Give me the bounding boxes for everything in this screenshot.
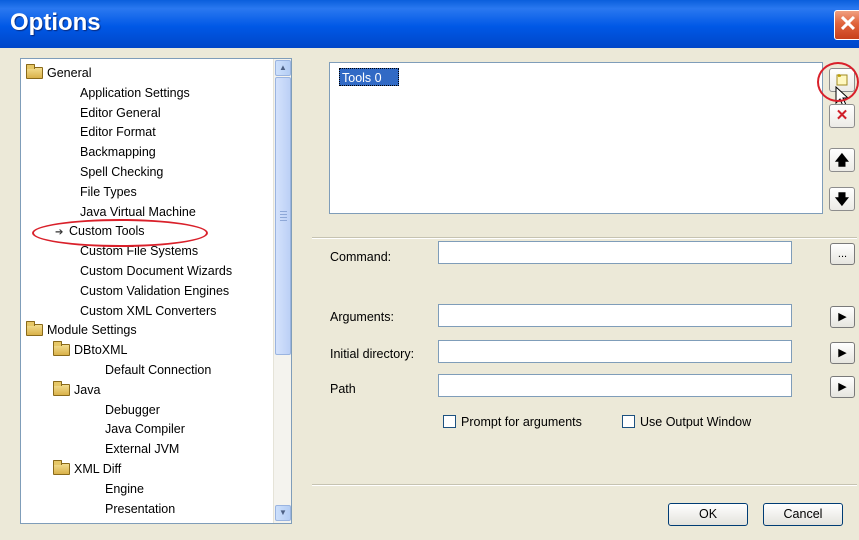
prompt-for-arguments-checkbox[interactable] (443, 415, 456, 428)
tree-item-label: Custom Document Wizards (80, 264, 233, 278)
annotation-ring-new-button (817, 62, 859, 102)
tree-item[interactable]: Presentation (105, 499, 175, 519)
initial-directory-menu-button[interactable]: ▶ (830, 342, 855, 364)
tree-item-label: Spell Checking (80, 165, 164, 179)
arrow-right-icon: ▶ (838, 347, 847, 359)
folder-icon (53, 380, 70, 396)
tree-item-label: File Types (80, 184, 137, 199)
tree-item[interactable]: XML Diff (53, 459, 121, 479)
tree-item[interactable]: DBtoXML (53, 340, 128, 360)
close-icon: ✕ (838, 11, 858, 36)
tree-item-label: Engine (105, 481, 144, 496)
tree-item[interactable]: Editor Format (80, 122, 156, 142)
cancel-button[interactable]: Cancel (763, 503, 843, 526)
tree-item-label: Module Settings (47, 323, 137, 338)
tree-item[interactable]: Custom Document Wizards (80, 261, 232, 281)
tree-scrollbar[interactable]: ▲ ▼ (273, 59, 291, 523)
delete-tool-button[interactable]: ✕ (829, 104, 855, 128)
chevron-down-icon: ▼ (279, 508, 287, 517)
folder-icon (53, 341, 70, 357)
tree-item[interactable]: General (26, 63, 91, 83)
folder-icon (53, 460, 70, 475)
annotation-ring-custom-tools (32, 219, 208, 247)
tree-item-label: External JVM (105, 442, 180, 457)
scroll-down-button[interactable]: ▼ (275, 505, 291, 521)
scroll-thumb[interactable] (275, 77, 291, 355)
arguments-menu-button[interactable]: ▶ (830, 306, 855, 328)
delete-icon: ✕ (835, 107, 849, 124)
initial-directory-label: Initial directory: (330, 347, 415, 361)
chevron-up-icon: ▲ (279, 63, 287, 72)
tree-item-label: Editor General (80, 105, 161, 120)
ok-label: OK (698, 507, 718, 521)
tools-list-item[interactable]: Tools 0 (339, 68, 399, 86)
command-field[interactable] (438, 241, 792, 264)
tree-item[interactable]: Custom Validation Engines (80, 281, 229, 301)
prompt-for-arguments-label: Prompt for arguments (461, 415, 582, 429)
tree-item[interactable]: Editor General (80, 103, 161, 123)
path-menu-button[interactable]: ▶ (830, 376, 855, 398)
tree-item[interactable]: File Types (80, 182, 137, 202)
path-label: Path (330, 382, 356, 396)
initial-directory-field[interactable] (438, 340, 792, 363)
arrow-right-icon: ▶ (838, 311, 847, 323)
tree-item[interactable]: Spell Checking (80, 162, 163, 182)
tree-item-label: General (47, 66, 92, 80)
tree-item-label: Java (74, 382, 101, 397)
path-field[interactable] (438, 374, 792, 397)
tree-item-label: Custom Validation Engines (80, 283, 230, 298)
tree-item-label: Application Settings (80, 85, 190, 100)
tree-item[interactable]: Engine (105, 479, 144, 499)
tree-item-label: XML Diff (74, 462, 122, 476)
folder-icon (26, 321, 43, 337)
tree-item[interactable]: Application Settings (80, 83, 190, 103)
divider (312, 484, 857, 486)
window-title: Options (10, 9, 101, 36)
tree-item[interactable]: Debugger (105, 400, 160, 420)
tree-item-label: Presentation (105, 501, 176, 516)
tree-item[interactable]: Default Connection (105, 360, 211, 380)
browse-label: ... (837, 248, 848, 260)
tree-item-label: Editor Format (80, 125, 156, 140)
scroll-up-button[interactable]: ▲ (275, 60, 291, 76)
use-output-window-label: Use Output Window (640, 415, 752, 429)
tree-item[interactable]: External JVM (105, 439, 179, 459)
tree-item[interactable]: Module Settings (26, 320, 137, 340)
tree-item-label: Backmapping (80, 145, 156, 160)
tree-item[interactable]: Java Compiler (105, 419, 185, 439)
options-tree[interactable]: General Application Settings Editor Genera… (20, 58, 292, 524)
browse-button[interactable]: ... (830, 243, 855, 265)
divider (312, 237, 857, 239)
arrow-up-icon: 🡅 (834, 152, 850, 168)
tree-item[interactable]: Custom XML Converters (80, 301, 216, 321)
tree-item[interactable]: Backmapping (80, 142, 156, 162)
use-output-window-checkbox[interactable] (622, 415, 635, 428)
arguments-field[interactable] (438, 304, 792, 327)
move-up-button[interactable]: 🡅 (829, 148, 855, 172)
tree-item-label: Java Virtual Machine (80, 204, 196, 219)
tree-item-label: Debugger (105, 402, 160, 417)
ok-button[interactable]: OK (668, 503, 748, 526)
tree-item-label: DBtoXML (74, 343, 128, 358)
folder-icon (26, 64, 43, 79)
close-button[interactable]: ✕ (834, 10, 859, 40)
command-label: Command: (330, 250, 392, 264)
title-bar: Options ✕ (0, 0, 859, 48)
tree-item[interactable]: Java (53, 380, 100, 400)
tree-item-label: Default Connection (105, 363, 212, 377)
tools-list[interactable]: Tools 0 (329, 62, 823, 214)
tree-item-label: Java Compiler (105, 422, 185, 437)
arrow-down-icon: 🡇 (834, 191, 850, 207)
arrow-right-icon: ▶ (838, 381, 847, 393)
cancel-label: Cancel (783, 507, 823, 521)
arguments-label: Arguments: (330, 310, 394, 324)
tree-item-label: Custom XML Converters (80, 303, 217, 318)
move-down-button[interactable]: 🡇 (829, 187, 855, 211)
